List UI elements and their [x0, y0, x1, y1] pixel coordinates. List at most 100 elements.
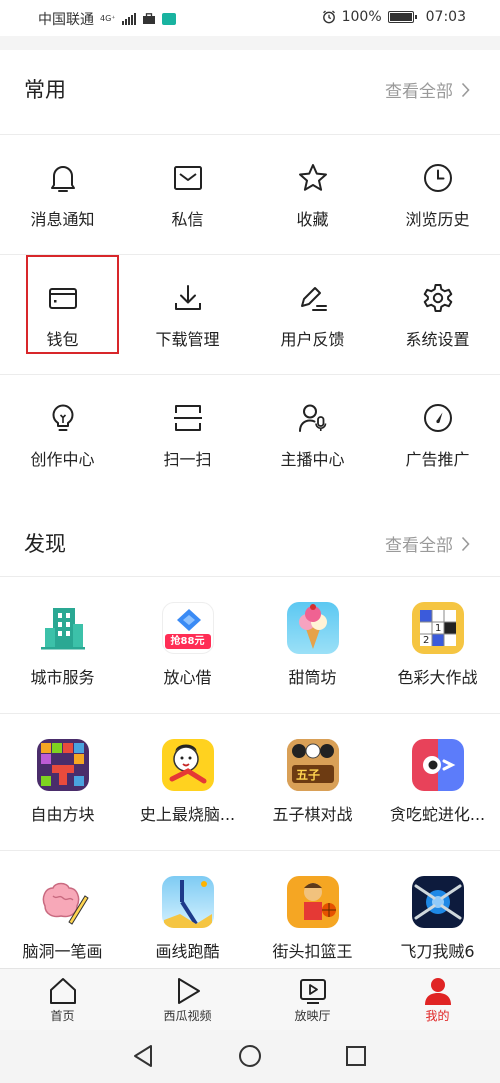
anchor-mic-icon: [298, 404, 326, 432]
common-item-notifications[interactable]: 消息通知: [0, 162, 125, 230]
common-item-creator-center[interactable]: 创作中心: [0, 402, 125, 470]
mail-icon: [173, 166, 202, 190]
discover-item-ice-cream[interactable]: 甜筒坊: [250, 602, 375, 688]
discover-title: 发现: [24, 532, 66, 556]
item-label: 系统设置: [405, 330, 470, 349]
line-parkour-game-icon: [161, 876, 214, 928]
item-label: 创作中心: [30, 450, 95, 469]
item-label: 街头扣篮王: [272, 942, 353, 961]
divider: [0, 713, 500, 714]
discover-section: 发现 查看全部 城市服务 抢88元 放心借 甜筒坊 12 色彩大作战 自由方块 …: [0, 492, 500, 968]
chevron-right-icon: [461, 82, 470, 97]
common-see-all-link[interactable]: 查看全部: [385, 77, 470, 102]
item-label: 脑洞一笔画: [22, 942, 103, 961]
item-label: 城市服务: [30, 668, 95, 687]
discover-item-color-battle[interactable]: 12 色彩大作战: [375, 602, 500, 688]
tab-mine[interactable]: 我的: [375, 969, 500, 1031]
discover-item-free-blocks[interactable]: 自由方块: [0, 739, 125, 825]
basketball-game-icon: [286, 876, 339, 928]
item-label: 扫一扫: [163, 450, 212, 469]
discover-item-brain-game[interactable]: 史上最烧脑...: [125, 739, 250, 825]
common-item-feedback[interactable]: 用户反馈: [250, 282, 375, 350]
item-label: 色彩大作战: [397, 668, 478, 687]
item-label: 下载管理: [155, 330, 220, 349]
item-label: 私信: [171, 210, 204, 229]
snake-game-icon: [411, 739, 464, 791]
common-item-downloads[interactable]: 下载管理: [125, 282, 250, 350]
recents-square-icon[interactable]: [345, 1044, 367, 1068]
common-item-anchor-center[interactable]: 主播中心: [250, 402, 375, 470]
item-label: 收藏: [296, 210, 329, 229]
common-item-ad-promotion[interactable]: 广告推广: [375, 402, 500, 470]
discover-item-snake[interactable]: 贪吃蛇进化...: [375, 739, 500, 825]
discover-see-all-link[interactable]: 查看全部: [385, 531, 470, 556]
flying-knife-game-icon: [411, 876, 464, 928]
item-label: 自由方块: [30, 805, 95, 824]
discover-item-flying-knife[interactable]: 飞刀我贼6: [375, 876, 500, 962]
item-label: 广告推广: [405, 450, 470, 469]
common-item-history[interactable]: 浏览历史: [375, 162, 500, 230]
common-item-settings[interactable]: 系统设置: [375, 282, 500, 350]
discover-item-street-dunk[interactable]: 街头扣篮王: [250, 876, 375, 962]
item-label: 飞刀我贼6: [400, 942, 475, 961]
lightbulb-icon: [52, 404, 73, 431]
home-circle-icon[interactable]: [238, 1044, 262, 1068]
tab-label: 首页: [50, 1009, 75, 1023]
divider: [0, 134, 500, 135]
discover-item-loan[interactable]: 抢88元 放心借: [125, 602, 250, 688]
color-grid-game-icon: 12: [411, 602, 464, 654]
item-label: 用户反馈: [280, 330, 345, 349]
discover-item-gomoku[interactable]: 五子 五子棋对战: [250, 739, 375, 825]
ice-cream-game-icon: [286, 602, 339, 654]
tab-screening-hall[interactable]: 放映厅: [250, 969, 375, 1031]
svg-text:2: 2: [423, 635, 429, 646]
tab-label: 放映厅: [294, 1009, 331, 1023]
scan-icon: [173, 405, 202, 431]
clock-icon: [423, 164, 452, 192]
common-item-messages[interactable]: 私信: [125, 162, 250, 230]
common-item-scan[interactable]: 扫一扫: [125, 402, 250, 470]
home-icon: [49, 978, 76, 1004]
signal-icon: [121, 13, 136, 25]
item-label: 贪吃蛇进化...: [389, 805, 486, 824]
item-label: 五子棋对战: [272, 805, 353, 824]
item-label: 放心借: [163, 668, 212, 687]
carrier-name: 中国联通: [38, 12, 94, 28]
tv-play-icon: [299, 979, 326, 1004]
feedback-pen-icon: [300, 287, 327, 311]
network-type: 4G⁺: [100, 14, 116, 23]
battery-percent: 100%: [341, 9, 382, 25]
divider: [0, 576, 500, 577]
briefcase-icon: [142, 13, 155, 24]
status-right: 100% 07:03: [322, 9, 466, 25]
gomoku-game-icon: 五子: [286, 739, 339, 791]
star-icon: [298, 164, 327, 191]
item-label: 甜筒坊: [288, 668, 337, 687]
loan-badge: 抢88元: [164, 634, 211, 649]
common-item-favorites[interactable]: 收藏: [250, 162, 375, 230]
discover-item-line-parkour[interactable]: 画线跑酷: [125, 876, 250, 962]
tab-home[interactable]: 首页: [0, 969, 125, 1031]
system-nav-bar: [0, 1030, 500, 1083]
item-label: 史上最烧脑...: [139, 805, 236, 824]
item-label: 消息通知: [30, 210, 95, 229]
back-triangle-icon[interactable]: [132, 1044, 154, 1068]
tab-xigua-video[interactable]: 西瓜视频: [125, 969, 250, 1031]
bell-icon: [50, 166, 75, 192]
discover-item-city-services[interactable]: 城市服务: [0, 602, 125, 688]
brain-draw-game-icon: [36, 876, 89, 928]
see-all-label: 查看全部: [385, 536, 453, 556]
person-icon: [424, 978, 451, 1005]
divider: [0, 850, 500, 851]
gear-icon: [423, 284, 452, 312]
svg-text:五子: 五子: [296, 768, 320, 782]
svg-text:1: 1: [435, 623, 441, 634]
download-icon: [174, 285, 201, 310]
bottom-tab-bar: 首页 西瓜视频 放映厅 我的: [0, 968, 500, 1030]
brain-game-icon: [161, 739, 214, 791]
see-all-label: 查看全部: [385, 82, 453, 102]
common-header: 常用 查看全部: [0, 50, 500, 128]
item-label: 画线跑酷: [155, 942, 220, 961]
discover-item-brain-draw[interactable]: 脑洞一笔画: [0, 876, 125, 962]
alarm-icon: [322, 10, 335, 24]
